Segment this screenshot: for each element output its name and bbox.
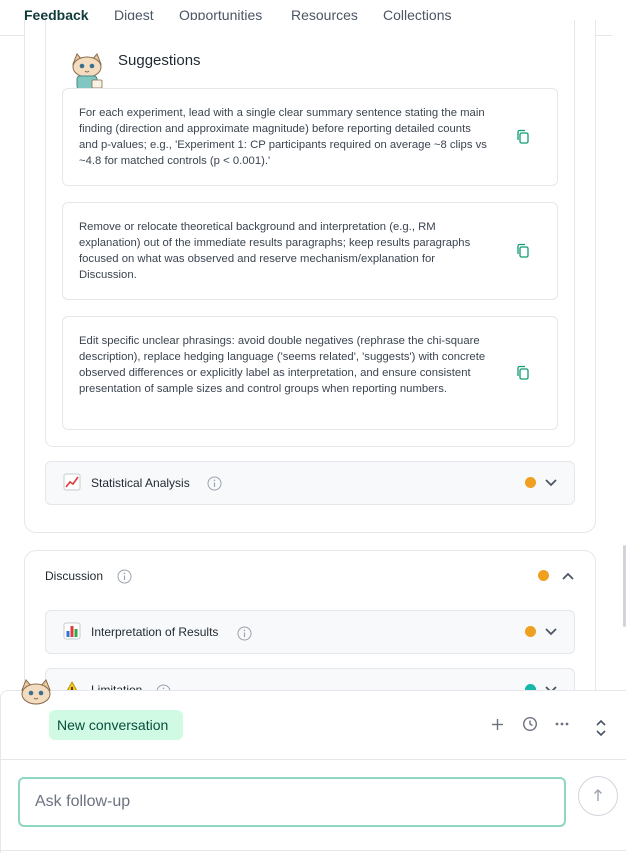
statistical-analysis-row[interactable]: Statistical Analysis [45,461,575,505]
suggestion-text: Remove or relocate theoretical backgroun… [79,221,471,281]
history-clock-icon[interactable] [522,716,538,732]
info-icon[interactable] [237,626,252,641]
chevron-up-icon[interactable] [561,571,575,581]
new-conversation-button[interactable]: New conversation [49,710,183,740]
plus-icon[interactable] [491,718,504,731]
suggestion-text: For each experiment, lead with a single … [79,107,487,167]
copy-icon[interactable] [515,365,531,381]
send-button[interactable] [578,776,618,816]
cat-mascot-avatar [72,53,103,90]
discussion-label: Discussion [45,569,104,583]
bottom-border [0,850,626,851]
suggestion-card: Edit specific unclear phrasings: avoid d… [62,316,558,430]
interpretation-of-results-row[interactable]: Interpretation of Results [45,610,575,654]
more-options-icon[interactable] [555,722,569,726]
suggestion-card: Remove or relocate theoretical backgroun… [62,202,558,300]
status-dot [525,626,536,637]
info-icon[interactable] [117,569,132,584]
status-dot [525,477,536,488]
info-icon[interactable] [207,476,222,491]
arrow-up-icon [594,789,602,801]
bar-chart-icon [63,622,81,645]
chevron-down-icon[interactable] [544,627,558,637]
chat-divider [0,759,626,760]
chevron-down-icon[interactable] [544,478,558,488]
statistical-analysis-label: Statistical Analysis [91,476,190,490]
copy-icon[interactable] [515,129,531,145]
cat-mascot-avatar [21,679,51,705]
suggestions-title: Suggestions [118,52,201,69]
discussion-status-dot [538,570,549,581]
suggestion-card: For each experiment, lead with a single … [62,88,558,186]
chart-increasing-icon [63,473,81,496]
suggestion-text: Edit specific unclear phrasings: avoid d… [79,335,486,395]
expand-collapse-icon[interactable] [595,719,607,737]
ask-follow-up-input[interactable] [18,777,566,827]
copy-icon[interactable] [515,243,531,259]
interpretation-label: Interpretation of Results [91,625,219,639]
